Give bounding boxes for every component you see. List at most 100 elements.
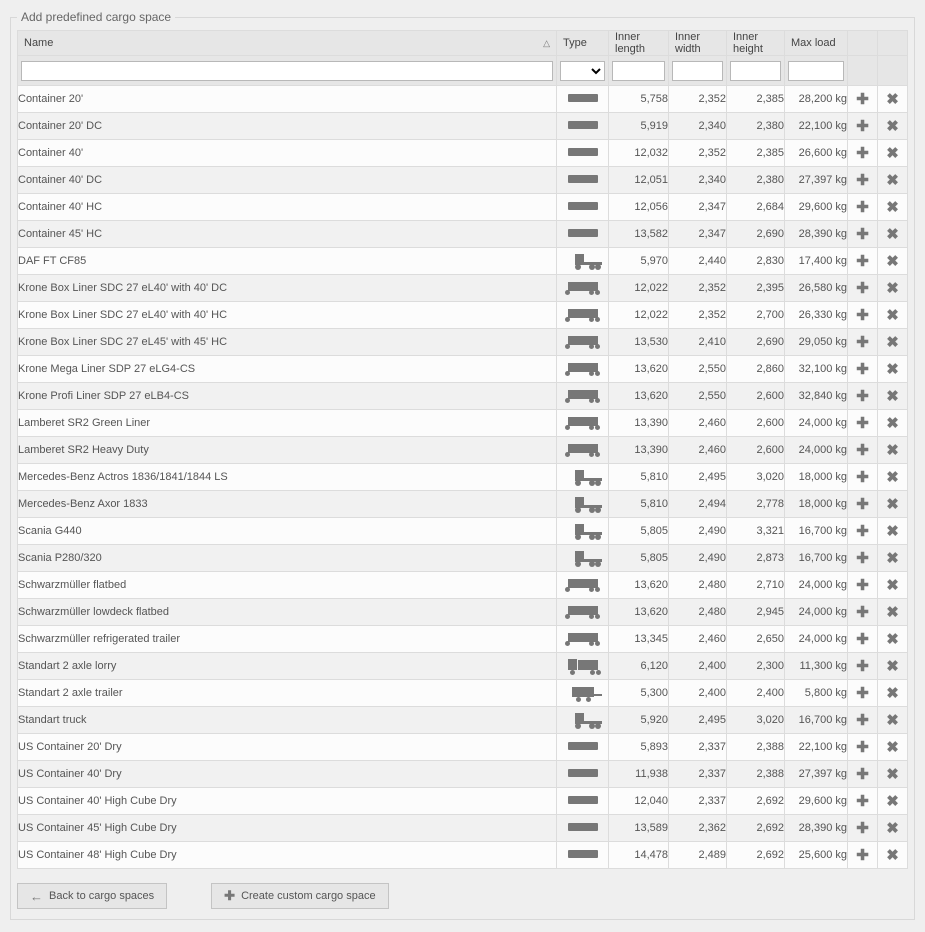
remove-row-button[interactable]: ✖ [886, 524, 899, 539]
remove-row-button[interactable]: ✖ [886, 92, 899, 107]
filter-height-input[interactable] [730, 61, 781, 81]
add-row-button[interactable]: ✚ [856, 227, 869, 242]
add-row-button[interactable]: ✚ [856, 713, 869, 728]
filter-maxload-input[interactable] [788, 61, 844, 81]
add-row-button[interactable]: ✚ [856, 92, 869, 107]
cell-length: 12,022 [609, 275, 669, 302]
add-row-button[interactable]: ✚ [856, 740, 869, 755]
cell-height: 3,020 [727, 707, 785, 734]
create-custom-cargo-space-button[interactable]: ✚ Create custom cargo space [211, 883, 388, 909]
remove-row-button[interactable]: ✖ [886, 254, 899, 269]
remove-row-button[interactable]: ✖ [886, 605, 899, 620]
remove-row-button[interactable]: ✖ [886, 362, 899, 377]
remove-row-button[interactable]: ✖ [886, 497, 899, 512]
cell-width: 2,495 [669, 464, 727, 491]
remove-row-button[interactable]: ✖ [886, 281, 899, 296]
table-row: Container 20'5,7582,3522,38528,200 kg✚✖ [18, 86, 908, 113]
remove-row-button[interactable]: ✖ [886, 470, 899, 485]
remove-row-button[interactable]: ✖ [886, 551, 899, 566]
add-row-button[interactable]: ✚ [856, 524, 869, 539]
remove-row-button[interactable]: ✖ [886, 578, 899, 593]
cell-width: 2,410 [669, 329, 727, 356]
cell-type [557, 518, 609, 545]
container-icon [568, 229, 598, 237]
add-row-button[interactable]: ✚ [856, 146, 869, 161]
cell-length: 5,758 [609, 86, 669, 113]
cell-length: 5,300 [609, 680, 669, 707]
remove-row-button[interactable]: ✖ [886, 119, 899, 134]
filter-type-select[interactable] [560, 61, 605, 81]
add-row-button[interactable]: ✚ [856, 173, 869, 188]
filter-width-input[interactable] [672, 61, 723, 81]
cell-length: 5,970 [609, 248, 669, 275]
remove-row-button[interactable]: ✖ [886, 173, 899, 188]
add-row-button[interactable]: ✚ [856, 605, 869, 620]
remove-row-button[interactable]: ✖ [886, 740, 899, 755]
remove-row-button[interactable]: ✖ [886, 308, 899, 323]
cell-length: 13,582 [609, 221, 669, 248]
cell-maxload: 28,390 kg [785, 815, 848, 842]
add-row-button[interactable]: ✚ [856, 281, 869, 296]
add-row-button[interactable]: ✚ [856, 308, 869, 323]
table-row: US Container 40' Dry11,9382,3372,38827,3… [18, 761, 908, 788]
remove-row-button[interactable]: ✖ [886, 767, 899, 782]
add-row-button[interactable]: ✚ [856, 551, 869, 566]
remove-row-button[interactable]: ✖ [886, 794, 899, 809]
remove-row-button[interactable]: ✖ [886, 686, 899, 701]
add-row-button[interactable]: ✚ [856, 254, 869, 269]
add-row-button[interactable]: ✚ [856, 119, 869, 134]
filter-name-input[interactable] [21, 61, 553, 81]
add-row-button[interactable]: ✚ [856, 848, 869, 863]
col-header-inner-width[interactable]: Inner width [669, 31, 727, 56]
add-row-button[interactable]: ✚ [856, 686, 869, 701]
add-row-button[interactable]: ✚ [856, 362, 869, 377]
remove-row-button[interactable]: ✖ [886, 200, 899, 215]
add-row-button[interactable]: ✚ [856, 443, 869, 458]
add-row-button[interactable]: ✚ [856, 767, 869, 782]
col-header-name[interactable]: Name △ [18, 31, 557, 56]
cell-length: 12,056 [609, 194, 669, 221]
back-to-cargo-spaces-button[interactable]: ← Back to cargo spaces [17, 883, 167, 909]
remove-row-button[interactable]: ✖ [886, 848, 899, 863]
add-row-button[interactable]: ✚ [856, 578, 869, 593]
truck-cab-icon [575, 470, 591, 481]
cell-maxload: 25,600 kg [785, 842, 848, 869]
cell-maxload: 11,300 kg [785, 653, 848, 680]
col-header-inner-length[interactable]: Inner length [609, 31, 669, 56]
table-row: US Container 40' High Cube Dry12,0402,33… [18, 788, 908, 815]
remove-row-button[interactable]: ✖ [886, 389, 899, 404]
remove-row-button[interactable]: ✖ [886, 659, 899, 674]
add-row-button[interactable]: ✚ [856, 632, 869, 647]
cell-name: Lamberet SR2 Green Liner [18, 410, 557, 437]
add-row-button[interactable]: ✚ [856, 794, 869, 809]
remove-row-button[interactable]: ✖ [886, 632, 899, 647]
footer-bar: ← Back to cargo spaces ✚ Create custom c… [17, 883, 908, 909]
remove-row-button[interactable]: ✖ [886, 416, 899, 431]
cell-name: Mercedes-Benz Axor 1833 [18, 491, 557, 518]
add-row-button[interactable]: ✚ [856, 659, 869, 674]
add-row-button[interactable]: ✚ [856, 416, 869, 431]
truck-cab-icon [575, 524, 591, 535]
add-row-button[interactable]: ✚ [856, 200, 869, 215]
col-header-max-load[interactable]: Max load [785, 31, 848, 56]
cell-length: 13,390 [609, 437, 669, 464]
remove-row-button[interactable]: ✖ [886, 227, 899, 242]
table-row: Mercedes-Benz Actros 1836/1841/1844 LS5,… [18, 464, 908, 491]
add-row-button[interactable]: ✚ [856, 821, 869, 836]
remove-row-button[interactable]: ✖ [886, 821, 899, 836]
remove-row-button[interactable]: ✖ [886, 335, 899, 350]
col-header-inner-height[interactable]: Inner height [727, 31, 785, 56]
add-row-button[interactable]: ✚ [856, 335, 869, 350]
container-icon [568, 769, 598, 777]
table-row: Container 40' DC12,0512,3402,38027,397 k… [18, 167, 908, 194]
add-row-button[interactable]: ✚ [856, 389, 869, 404]
remove-row-button[interactable]: ✖ [886, 443, 899, 458]
remove-row-button[interactable]: ✖ [886, 146, 899, 161]
add-row-button[interactable]: ✚ [856, 497, 869, 512]
add-row-button[interactable]: ✚ [856, 470, 869, 485]
cell-length: 13,620 [609, 383, 669, 410]
filter-length-input[interactable] [612, 61, 665, 81]
cell-length: 13,620 [609, 599, 669, 626]
col-header-type[interactable]: Type [557, 31, 609, 56]
remove-row-button[interactable]: ✖ [886, 713, 899, 728]
